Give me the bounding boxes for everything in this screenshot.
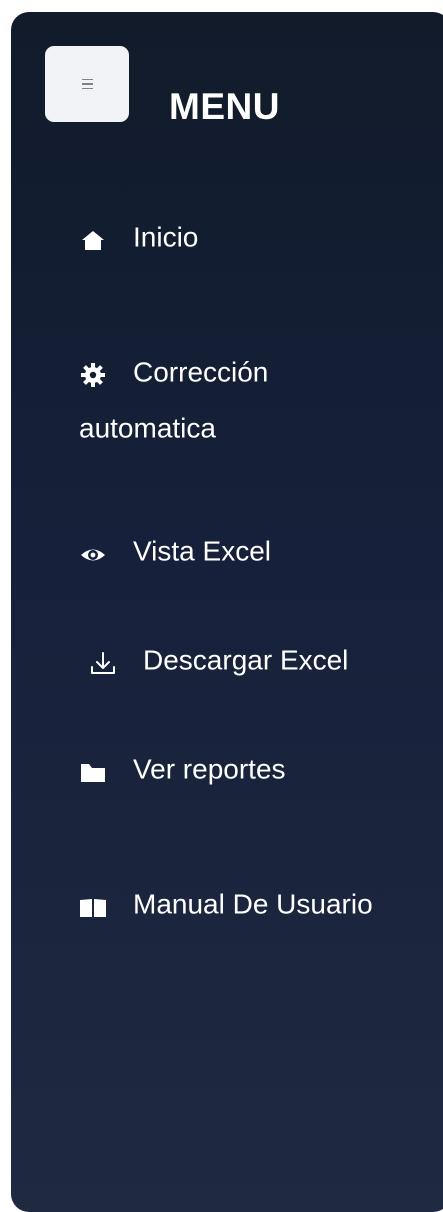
nav-item-label: Inicio [133, 221, 199, 253]
folder-icon [79, 758, 107, 786]
nav-item-label: Descargar Excel [143, 644, 349, 676]
menu-toggle-button[interactable] [45, 46, 129, 122]
home-icon [79, 226, 107, 254]
nav-item-correccion-automatica[interactable]: Corrección automatica [79, 344, 409, 455]
nav-item-manual-de-usuario[interactable]: Manual De Usuario [79, 876, 409, 932]
nav-item-label: Vista Excel [133, 535, 271, 567]
gear-icon [79, 361, 107, 389]
nav-item-inicio[interactable]: Inicio [79, 209, 409, 265]
eye-icon [79, 540, 107, 568]
sidebar: MENU Inicio Corrección automatica Vista … [11, 12, 443, 1212]
menu-title: MENU [169, 86, 280, 127]
hamburger-icon [81, 78, 93, 90]
book-icon [79, 893, 107, 921]
nav-item-descargar-excel[interactable]: Descargar Excel [89, 632, 419, 688]
nav-item-label: Manual De Usuario [133, 888, 373, 920]
nav-item-label: Corrección automatica [79, 356, 269, 444]
nav-item-ver-reportes[interactable]: Ver reportes [79, 741, 409, 797]
nav-item-label: Ver reportes [133, 753, 286, 785]
download-icon [89, 649, 117, 677]
nav-item-vista-excel[interactable]: Vista Excel [79, 523, 409, 579]
